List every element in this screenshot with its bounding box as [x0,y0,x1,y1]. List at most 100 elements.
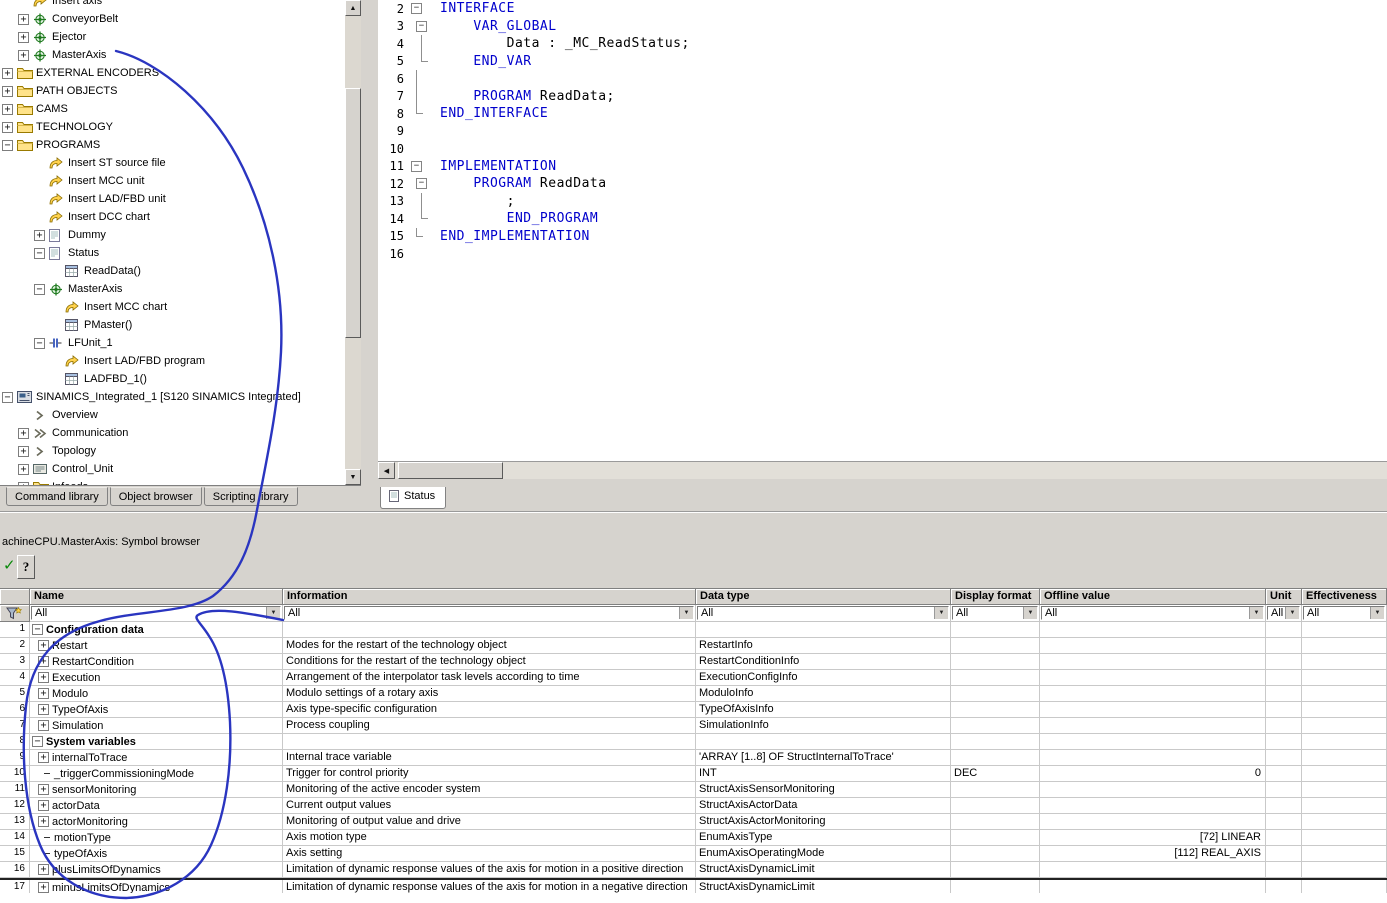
name-cell[interactable]: +internalToTrace [30,750,283,766]
name-cell[interactable]: +RestartCondition [30,654,283,670]
column-header-name[interactable]: Name [30,589,283,605]
name-cell[interactable]: _triggerCommissioningMode [30,766,283,782]
cell-offline_value[interactable] [1040,702,1266,718]
cell-display_format[interactable] [951,622,1040,638]
column-header-offline-value[interactable]: Offline value [1040,589,1266,605]
help-button[interactable]: ? [17,555,35,579]
tree-item-topology[interactable]: +Topology [0,442,345,460]
name-cell[interactable]: +actorData [30,798,283,814]
tree-expander-plus-icon[interactable]: + [2,68,13,79]
cell-display_format[interactable] [951,862,1040,878]
dropdown-arrow-icon[interactable]: ▼ [934,607,948,619]
row-expander-plus-icon[interactable]: + [38,640,49,651]
tree-expander-plus-icon[interactable]: + [2,86,13,97]
cell-display_format[interactable] [951,718,1040,734]
fold-collapse-icon[interactable]: − [411,161,422,172]
filter-funnel-button[interactable] [0,605,30,622]
name-cell[interactable]: +plusLimitsOfDynamics [30,862,283,878]
tree-item-infeeds[interactable]: +Infeeds [0,478,345,486]
column-header-unit[interactable]: Unit [1266,589,1302,605]
tree-expander-minus-icon[interactable]: − [34,284,45,295]
name-cell[interactable]: +Execution [30,670,283,686]
tab-status[interactable]: Status [380,487,446,509]
filter-combo-unit[interactable]: All▼ [1267,606,1300,620]
tree-item-insert-axis[interactable]: Insert axis [0,0,345,10]
cell-offline_value[interactable]: [72] LINEAR [1040,830,1266,846]
editor-horizontal-scrollbar[interactable]: ◀ [378,462,1387,479]
cell-offline_value[interactable] [1040,782,1266,798]
name-cell[interactable]: +Simulation [30,718,283,734]
tree-item-ladfbd-1[interactable]: LADFBD_1() [0,370,345,388]
tree-expander-plus-icon[interactable]: + [18,32,29,43]
tree-item-insert-dcc-chart[interactable]: Insert DCC chart [0,208,345,226]
code-editor-panel[interactable]: 2−INTERFACE3− VAR_GLOBAL4 Data : _MC_Rea… [378,0,1387,462]
row-expander-plus-icon[interactable]: + [38,800,49,811]
tree-item-conveyorbelt[interactable]: +ConveyorBelt [0,10,345,28]
cell-display_format[interactable] [951,654,1040,670]
tree-item-insert-mcc-unit[interactable]: Insert MCC unit [0,172,345,190]
row-expander-minus-icon[interactable]: − [32,624,43,635]
tree-expander-plus-icon[interactable]: + [2,104,13,115]
tree-expander-plus-icon[interactable]: + [18,482,29,487]
tree-expander-minus-icon[interactable]: − [34,338,45,349]
name-cell[interactable]: typeOfAxis [30,846,283,862]
cell-display_format[interactable] [951,880,1040,893]
cell-display_format[interactable] [951,830,1040,846]
cell-offline_value[interactable] [1040,862,1266,878]
fold-collapse-icon[interactable]: − [411,3,422,14]
row-expander-plus-icon[interactable]: + [38,656,49,667]
tree-item-readdata[interactable]: ReadData() [0,262,345,280]
tree-item-insert-mcc-chart[interactable]: Insert MCC chart [0,298,345,316]
cell-display_format[interactable] [951,734,1040,750]
filter-combo-data_type[interactable]: All▼ [697,606,949,620]
name-cell[interactable]: +TypeOfAxis [30,702,283,718]
cell-offline_value[interactable]: [112] REAL_AXIS [1040,846,1266,862]
tree-item-technology[interactable]: +TECHNOLOGY [0,118,345,136]
cell-display_format[interactable] [951,702,1040,718]
fold-collapse-icon[interactable]: − [416,178,427,189]
fold-collapse-icon[interactable]: − [416,21,427,32]
tree-expander-plus-icon[interactable]: + [2,122,13,133]
cell-offline_value[interactable] [1040,718,1266,734]
tree-item-status[interactable]: −Status [0,244,345,262]
name-cell[interactable]: −Configuration data [30,622,283,638]
tree-item-cams[interactable]: +CAMS [0,100,345,118]
dropdown-arrow-icon[interactable]: ▼ [1249,607,1263,619]
tree-item-lfunit-1[interactable]: −LFUnit_1 [0,334,345,352]
cell-offline_value[interactable]: 0 [1040,766,1266,782]
row-expander-plus-icon[interactable]: + [38,864,49,875]
tree-item-path-objects[interactable]: +PATH OBJECTS [0,82,345,100]
scroll-down-button[interactable]: ▼ [345,469,361,485]
name-cell[interactable]: +Modulo [30,686,283,702]
tree-item-dummy[interactable]: +Dummy [0,226,345,244]
cell-offline_value[interactable] [1040,798,1266,814]
tree-vertical-scrollbar[interactable]: ▲ ▼ [345,0,361,486]
column-header-rownum[interactable] [0,589,30,605]
row-expander-plus-icon[interactable]: + [38,672,49,683]
filter-combo-display_format[interactable]: All▼ [952,606,1038,620]
dropdown-arrow-icon[interactable]: ▼ [1370,607,1384,619]
name-cell[interactable]: motionType [30,830,283,846]
row-expander-minus-icon[interactable]: − [32,736,43,747]
row-expander-plus-icon[interactable]: + [38,752,49,763]
row-expander-plus-icon[interactable]: + [38,882,49,893]
tree-item-sinamics-integrated-1-s120-sinamics-integrated[interactable]: −SINAMICS_Integrated_1 [S120 SINAMICS In… [0,388,345,406]
name-cell[interactable]: −System variables [30,734,283,750]
dropdown-arrow-icon[interactable]: ▼ [1285,607,1299,619]
column-header-display-format[interactable]: Display format [951,589,1040,605]
cell-offline_value[interactable] [1040,622,1266,638]
tree-item-insert-st-source-file[interactable]: Insert ST source file [0,154,345,172]
filter-combo-offline_value[interactable]: All▼ [1041,606,1264,620]
dropdown-arrow-icon[interactable]: ▼ [266,607,280,619]
scroll-up-button[interactable]: ▲ [345,0,361,16]
cell-offline_value[interactable] [1040,750,1266,766]
cell-offline_value[interactable] [1040,654,1266,670]
cell-display_format[interactable]: DEC [951,766,1040,782]
tree-expander-plus-icon[interactable]: + [18,50,29,61]
cell-offline_value[interactable] [1040,814,1266,830]
row-expander-plus-icon[interactable]: + [38,816,49,827]
tree-expander-minus-icon[interactable]: − [34,248,45,259]
column-header-effectiveness[interactable]: Effectiveness [1302,589,1387,605]
tree-item-ejector[interactable]: +Ejector [0,28,345,46]
tree-expander-plus-icon[interactable]: + [18,446,29,457]
